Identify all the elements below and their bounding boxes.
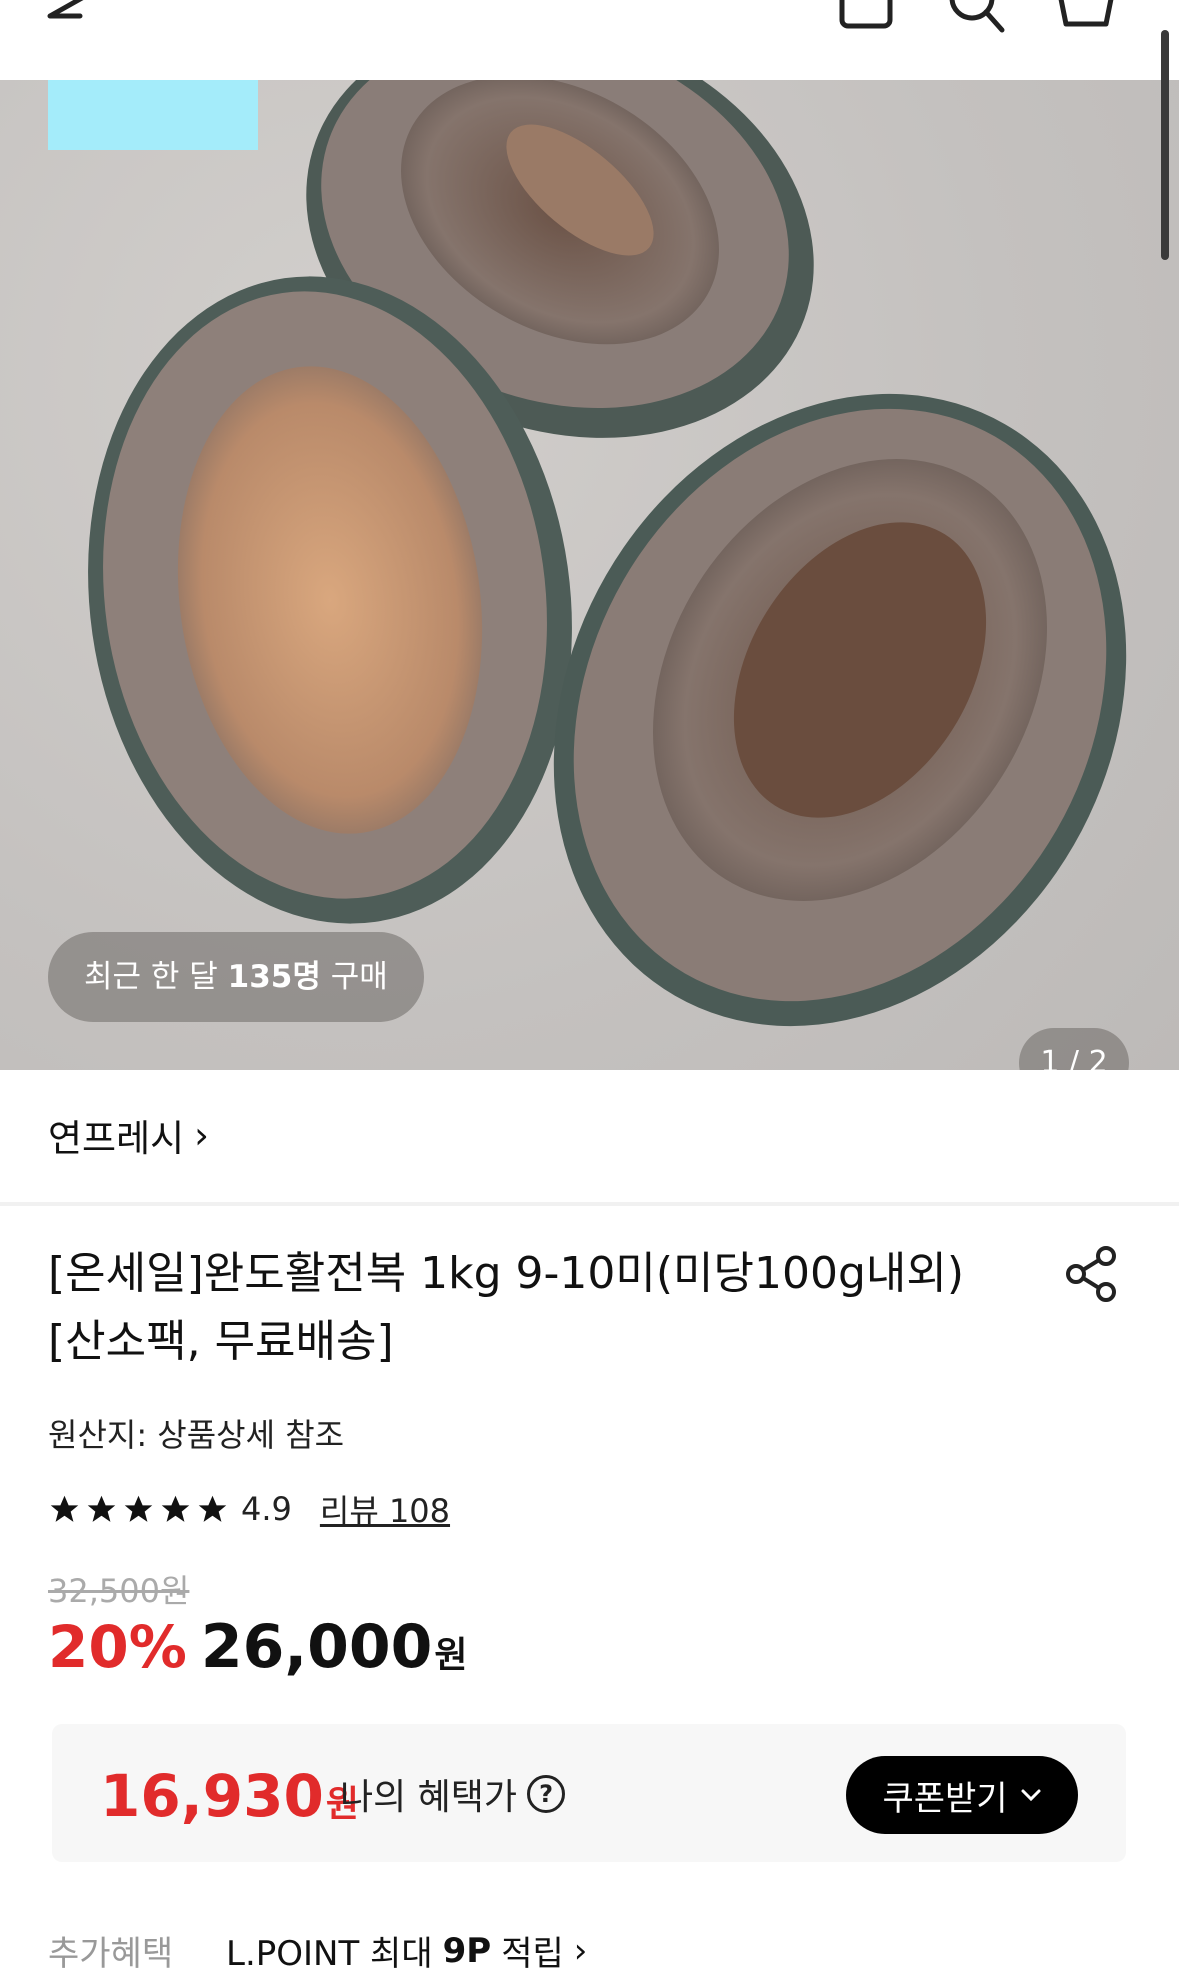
get-coupon-button[interactable]: 쿠폰받기 [846, 1756, 1078, 1834]
discount-rate: 20% [48, 1613, 187, 1681]
chevron-right-icon: › [573, 1930, 588, 1971]
review-link[interactable]: 리뷰 108 [320, 1486, 450, 1532]
star-icon [124, 1495, 153, 1522]
star-icon [198, 1495, 227, 1522]
coupon-button-label: 쿠폰받기 [882, 1778, 1008, 1819]
search-icon[interactable] [944, 0, 1008, 36]
abalone-photo [88, 80, 1127, 1027]
my-benefit-box: 16,930 원 나의 혜택가 ? 쿠폰받기 [52, 1724, 1126, 1862]
original-price: 32,500원 [48, 1572, 190, 1610]
sale-price: 26,000 [200, 1612, 433, 1682]
benefit-price-value: 16,930 [100, 1762, 324, 1830]
extra-benefit-label: 추가혜택 [48, 1934, 174, 1974]
recent-buyers-badge: 최근 한 달 135명 구매 [48, 932, 424, 1022]
store-name: 연프레시 [48, 1117, 185, 1160]
divider [0, 1202, 1179, 1206]
cart-icon[interactable] [1054, 0, 1118, 32]
buyers-suffix: 구매 [330, 959, 388, 995]
lpoint-suffix: 적립 [501, 1934, 564, 1974]
chevron-right-icon: › [194, 1113, 209, 1157]
rating-row: 4.9 리뷰 108 [48, 1486, 450, 1532]
lpoint-benefit-link[interactable]: L.POINT 최대 9P 적립 › [226, 1926, 587, 1975]
star-icon [87, 1495, 116, 1522]
star-icon [161, 1495, 190, 1522]
image-counter: 1 / 2 [1019, 1028, 1129, 1070]
top-header [0, 0, 1179, 80]
shopping-bag-icon[interactable] [836, 0, 896, 32]
benefit-label-row: 나의 혜택가 ? [340, 1768, 566, 1820]
scrollbar[interactable] [1161, 30, 1169, 260]
price-unit: 원 [434, 1635, 468, 1676]
product-image-carousel[interactable]: 최근 한 달 135명 구매 1 / 2 [0, 80, 1179, 1070]
lpoint-points: 9P [442, 1930, 492, 1971]
arrow-left-icon[interactable] [40, 0, 110, 34]
benefit-price: 16,930 원 [100, 1762, 359, 1830]
buyers-count: 135명 [227, 959, 321, 995]
origin-info: 원산지: 상품상세 참조 [48, 1416, 345, 1454]
rating-value: 4.9 [241, 1490, 292, 1528]
share-icon[interactable] [1062, 1244, 1122, 1304]
price-row: 20% 26,000 원 [48, 1612, 468, 1682]
lpoint-prefix: L.POINT 최대 [226, 1934, 433, 1974]
star-icon [50, 1495, 79, 1522]
rating-stars [48, 1493, 229, 1526]
benefit-label: 나의 혜택가 [340, 1777, 518, 1818]
buyers-prefix: 최근 한 달 [84, 959, 218, 995]
help-icon[interactable]: ? [527, 1775, 566, 1813]
store-link[interactable]: 연프레시 › [48, 1108, 209, 1162]
product-title: [온세일]완도활전복 1kg 9-10미(미당100g내외)[산소팩, 무료배송… [48, 1248, 965, 1367]
brand-badge [48, 80, 258, 150]
chevron-down-icon [1021, 1789, 1041, 1802]
